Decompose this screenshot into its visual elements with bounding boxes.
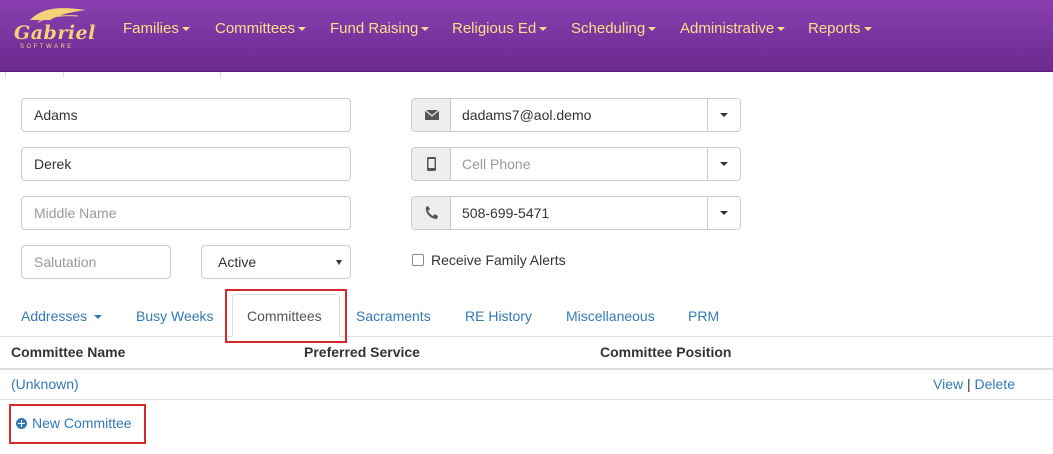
first-name-input[interactable]: Derek xyxy=(21,147,351,181)
caret-down-icon xyxy=(298,27,307,32)
nav-label: Reports xyxy=(808,20,861,37)
nav-label: Scheduling xyxy=(571,20,646,37)
phone-type-dropdown[interactable] xyxy=(707,148,740,180)
row-divider xyxy=(0,399,1053,400)
email-type-dropdown[interactable] xyxy=(707,99,740,131)
nav-scheduling[interactable]: Scheduling xyxy=(571,20,657,37)
tab-prm[interactable]: PRM xyxy=(688,308,719,324)
tab-re-history[interactable]: RE History xyxy=(465,308,532,324)
email-group: dadams7@aol.demo xyxy=(411,98,741,132)
caret-down-icon xyxy=(777,27,786,32)
last-name-input[interactable]: Adams xyxy=(21,98,351,132)
upper-tab-edge xyxy=(63,72,64,78)
caret-down-icon xyxy=(539,27,548,32)
column-header-committee-position: Committee Position xyxy=(600,344,732,360)
logo-subtext: SOFTWARE xyxy=(20,44,74,50)
nav-label: Administrative xyxy=(680,20,775,37)
select-arrow-icon xyxy=(336,260,342,265)
envelope-icon xyxy=(412,99,451,131)
receive-family-alerts-label: Receive Family Alerts xyxy=(431,252,566,268)
caret-down-icon xyxy=(421,27,430,32)
caret-down-icon xyxy=(648,27,657,32)
nav-reports[interactable]: Reports xyxy=(808,20,872,37)
caret-down-icon xyxy=(720,113,728,117)
cell-phone-field[interactable]: Cell Phone xyxy=(451,148,709,180)
nav-label: Committees xyxy=(215,20,296,37)
plus-circle-icon xyxy=(16,418,27,429)
status-select[interactable]: Active xyxy=(201,245,351,279)
tab-sacraments[interactable]: Sacraments xyxy=(356,308,431,324)
top-navbar: Gabriel SOFTWARE Families Committees Fun… xyxy=(0,0,1053,72)
tab-miscellaneous[interactable]: Miscellaneous xyxy=(566,308,655,324)
nav-label: Fund Raising xyxy=(330,20,419,37)
action-separator: | xyxy=(966,376,971,392)
view-link[interactable]: View xyxy=(933,376,963,392)
phone-type-dropdown[interactable] xyxy=(707,197,740,229)
middle-name-input[interactable]: Middle Name xyxy=(21,196,351,230)
nav-fund-raising[interactable]: Fund Raising xyxy=(330,20,430,37)
upper-tab-edge xyxy=(220,72,221,78)
new-committee-link[interactable]: New Committee xyxy=(32,415,132,431)
salutation-input[interactable]: Salutation xyxy=(21,245,171,279)
caret-down-icon xyxy=(181,27,190,32)
column-header-preferred-service: Preferred Service xyxy=(304,344,420,360)
caret-down-icon xyxy=(863,27,872,32)
nav-label: Families xyxy=(123,20,179,37)
nav-committees[interactable]: Committees xyxy=(215,20,307,37)
row-actions: View | Delete xyxy=(933,376,1015,392)
caret-down-icon xyxy=(720,211,728,215)
tab-addresses[interactable]: Addresses xyxy=(21,308,103,324)
tab-label: Addresses xyxy=(21,308,88,324)
nav-families[interactable]: Families xyxy=(123,20,190,37)
phone-group: 508-699-5471 xyxy=(411,196,741,230)
tab-committees-label: Committees xyxy=(247,308,322,324)
logo-text: Gabriel xyxy=(14,22,96,44)
nav-religious-ed[interactable]: Religious Ed xyxy=(452,20,548,37)
gabriel-logo[interactable]: Gabriel SOFTWARE xyxy=(8,6,95,60)
delete-link[interactable]: Delete xyxy=(975,376,1015,392)
receive-family-alerts-checkbox[interactable] xyxy=(412,254,424,266)
nav-administrative[interactable]: Administrative xyxy=(680,20,786,37)
tab-busy-weeks[interactable]: Busy Weeks xyxy=(136,308,214,324)
committee-name-link[interactable]: (Unknown) xyxy=(11,376,79,392)
mobile-phone-icon xyxy=(412,148,451,180)
upper-tab-edge xyxy=(5,72,6,78)
phone-field[interactable]: 508-699-5471 xyxy=(451,197,709,229)
cell-phone-group: Cell Phone xyxy=(411,147,741,181)
phone-icon xyxy=(412,197,451,229)
caret-down-icon xyxy=(94,315,103,320)
nav-label: Religious Ed xyxy=(452,20,537,37)
status-value: Active xyxy=(218,254,257,270)
email-field[interactable]: dadams7@aol.demo xyxy=(451,99,709,131)
caret-down-icon xyxy=(720,162,728,166)
header-divider xyxy=(0,368,1053,370)
tabs-divider xyxy=(0,336,1053,337)
column-header-committee-name: Committee Name xyxy=(11,344,126,360)
